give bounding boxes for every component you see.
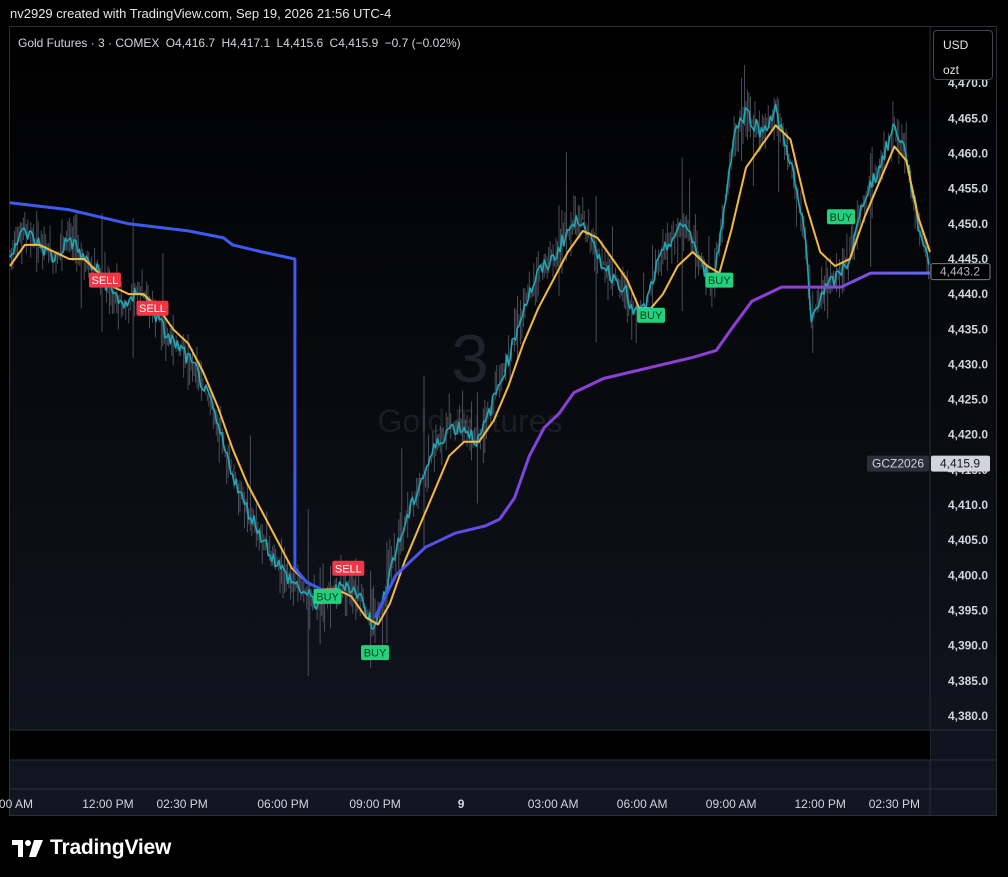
y-tick-label: 4,425.0 xyxy=(948,393,988,407)
y-tick-label: 4,430.0 xyxy=(948,357,988,371)
currency-unit-selector[interactable]: USD ozt xyxy=(933,30,993,80)
x-tick-label: 02:30 PM xyxy=(869,797,920,811)
x-tick-label: 09:00 AM xyxy=(706,797,757,811)
open-value: O4,416.7 xyxy=(165,36,216,50)
x-tick-label: 00 AM xyxy=(0,797,33,811)
watermark-interval: 3 xyxy=(451,321,489,397)
signal-buy-label: BUY xyxy=(708,275,731,287)
brand-wordmark: TradingView xyxy=(50,836,172,859)
y-tick-label: 4,410.0 xyxy=(948,498,988,512)
y-tick-label: 4,405.0 xyxy=(948,533,988,547)
x-tick-label: 09:00 PM xyxy=(349,797,400,811)
symbol-name: Gold Futures · 3 · COMEX xyxy=(18,36,160,50)
signal-sell-label: SELL xyxy=(335,563,362,575)
y-tick-label: 4,450.0 xyxy=(948,217,988,231)
last-price-label: 4,415.9 xyxy=(940,457,980,471)
signal-sell-label: SELL xyxy=(92,275,119,287)
signal-buy-label: BUY xyxy=(830,212,853,224)
y-tick-label: 4,440.0 xyxy=(948,287,988,301)
indicator-pane xyxy=(10,730,930,760)
tradingview-logo-icon xyxy=(12,840,43,857)
y-tick-label: 4,465.0 xyxy=(948,111,988,125)
y-tick-label: 4,435.0 xyxy=(948,322,988,336)
change-value: −0.7 (−0.02%) xyxy=(384,36,461,50)
signal-buy-label: BUY xyxy=(364,648,387,660)
close-value: C4,415.9 xyxy=(329,36,379,50)
currency-label: USD xyxy=(943,38,969,52)
price-chart[interactable]: 3Gold Futures4,380.04,385.04,390.04,395.… xyxy=(0,0,1008,877)
contract-label: GCZ2026 xyxy=(872,457,924,471)
low-value: L4,415.6 xyxy=(276,36,324,50)
y-tick-label: 4,385.0 xyxy=(948,674,988,688)
x-tick-label: 9 xyxy=(458,797,465,811)
vwap-price-label: 4,443.2 xyxy=(940,265,980,279)
y-tick-label: 4,395.0 xyxy=(948,603,988,617)
x-tick-label: 12:00 PM xyxy=(795,797,846,811)
series-line-vwap-prev-session xyxy=(9,201,338,598)
y-tick-label: 4,390.0 xyxy=(948,639,988,653)
signal-buy-label: BUY xyxy=(640,310,663,322)
high-value: H4,417.1 xyxy=(221,36,271,50)
y-tick-label: 4,400.0 xyxy=(948,568,988,582)
y-tick-label: 4,380.0 xyxy=(948,709,988,723)
tradingview-brand[interactable]: TradingView xyxy=(12,836,171,860)
x-tick-label: 03:00 AM xyxy=(528,797,579,811)
y-tick-label: 4,420.0 xyxy=(948,428,988,442)
x-tick-label: 06:00 AM xyxy=(617,797,668,811)
symbol-legend: Gold Futures · 3 · COMEX O4,416.7 H4,417… xyxy=(18,36,464,50)
measure-label: ozt xyxy=(943,63,960,77)
y-tick-label: 4,455.0 xyxy=(948,182,988,196)
x-tick-label: 06:00 PM xyxy=(257,797,308,811)
x-tick-label: 12:00 PM xyxy=(82,797,133,811)
signal-buy-label: BUY xyxy=(316,591,339,603)
x-tick-label: 02:30 PM xyxy=(156,797,207,811)
y-tick-label: 4,460.0 xyxy=(948,147,988,161)
signal-sell-label: SELL xyxy=(139,303,166,315)
